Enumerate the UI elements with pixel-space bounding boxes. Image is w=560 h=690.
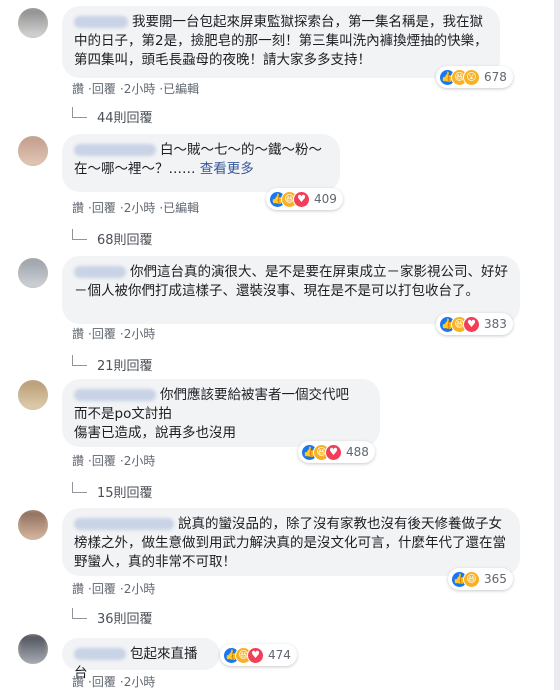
- reply-link[interactable]: 回覆: [92, 582, 116, 596]
- reaction-count: 474: [268, 648, 291, 662]
- timestamp[interactable]: 2小時: [124, 82, 156, 96]
- avatar[interactable]: [18, 510, 48, 540]
- comment-text: 你們這台真的演很大、是不是要在屏東成立－家影視公司、好好－個人被你們打成這樣子、…: [74, 264, 508, 299]
- reply-arrow-icon: [72, 482, 87, 493]
- replies-count[interactable]: 36則回覆: [97, 608, 153, 627]
- reaction-summary[interactable]: 👍 😆 ♥ 383: [436, 313, 513, 335]
- right-edge-divider: [554, 0, 560, 690]
- reply-link[interactable]: 回覆: [92, 201, 116, 215]
- timestamp[interactable]: 2小時: [124, 327, 156, 341]
- comment-actions: 讚 ·回覆 ·2小時: [72, 327, 156, 341]
- reaction-count: 409: [314, 192, 337, 206]
- timestamp[interactable]: 2小時: [124, 454, 156, 468]
- comment-text: 白～賊～七～的～鐵～粉～在～哪～裡～？…… 查看更多: [74, 142, 322, 177]
- edited-label: 已編輯: [163, 82, 200, 96]
- replies-count[interactable]: 21則回覆: [97, 355, 153, 374]
- comment-actions: 讚 ·回覆 ·2小時: [72, 675, 156, 689]
- like-link[interactable]: 讚: [72, 201, 84, 215]
- reaction-count: 365: [484, 572, 507, 586]
- comment-actions: 讚 ·回覆 ·2小時: [72, 582, 156, 596]
- blurred-author-name[interactable]: [74, 16, 128, 28]
- reaction-count: 488: [346, 445, 369, 459]
- like-link[interactable]: 讚: [72, 327, 84, 341]
- reaction-summary[interactable]: 👍 😆 ♥ 488: [298, 441, 375, 463]
- reply-arrow-icon: [72, 107, 87, 118]
- comment-bubble: 說真的蠻沒品的，除了沒有家教也沒有後天修養做子女榜樣之外，做生意做到用武力解決真…: [62, 508, 520, 576]
- comment-actions: 讚 ·回覆 ·2小時 ·已編輯: [72, 201, 200, 215]
- view-replies[interactable]: 21則回覆: [72, 355, 153, 374]
- like-link[interactable]: 讚: [72, 454, 84, 468]
- reaction-summary[interactable]: 👍 😆 365: [448, 568, 513, 590]
- avatar[interactable]: [18, 8, 48, 38]
- reaction-summary[interactable]: 👍 😆 ♥ 409: [266, 188, 343, 210]
- see-more-link[interactable]: 查看更多: [200, 161, 254, 177]
- reply-arrow-icon: [72, 229, 87, 240]
- avatar[interactable]: [18, 634, 48, 664]
- reaction-summary[interactable]: 👍 😆 😮 678: [436, 66, 513, 88]
- blurred-author-name[interactable]: [74, 648, 126, 660]
- edited-label: 已編輯: [163, 201, 200, 215]
- replies-count[interactable]: 68則回覆: [97, 229, 153, 248]
- view-replies[interactable]: 68則回覆: [72, 229, 153, 248]
- avatar[interactable]: [18, 258, 48, 288]
- like-link[interactable]: 讚: [72, 82, 84, 96]
- love-icon: ♥: [247, 646, 264, 664]
- love-icon: ♥: [325, 443, 342, 461]
- wow-icon: 😮: [463, 68, 480, 86]
- comment-actions: 讚 ·回覆 ·2小時: [72, 454, 156, 468]
- reaction-count: 383: [484, 317, 507, 331]
- reply-link[interactable]: 回覆: [92, 82, 116, 96]
- blurred-author-name[interactable]: [74, 389, 156, 401]
- reply-link[interactable]: 回覆: [92, 675, 116, 689]
- avatar[interactable]: [18, 380, 48, 410]
- reaction-count: 678: [484, 70, 507, 84]
- reply-arrow-icon: [72, 608, 87, 619]
- like-link[interactable]: 讚: [72, 675, 84, 689]
- reply-link[interactable]: 回覆: [92, 327, 116, 341]
- love-icon: ♥: [463, 315, 480, 333]
- reply-arrow-icon: [72, 355, 87, 366]
- blurred-author-name[interactable]: [74, 144, 156, 156]
- blurred-author-name[interactable]: [74, 518, 174, 530]
- like-link[interactable]: 讚: [72, 582, 84, 596]
- avatar[interactable]: [18, 136, 48, 166]
- comment-bubble: 白～賊～七～的～鐵～粉～在～哪～裡～？…… 查看更多: [62, 134, 340, 192]
- timestamp[interactable]: 2小時: [124, 201, 156, 215]
- comment-bubble: 包起來直播台: [62, 638, 220, 681]
- timestamp[interactable]: 2小時: [124, 582, 156, 596]
- timestamp[interactable]: 2小時: [124, 675, 156, 689]
- comment-text: 我要開一台包起來屏東監獄探索台，第一集名稱是，我在獄中的日子，第2是，撿肥皂的那…: [74, 14, 488, 68]
- view-replies[interactable]: 44則回覆: [72, 107, 153, 126]
- love-icon: ♥: [293, 190, 310, 208]
- reply-link[interactable]: 回覆: [92, 454, 116, 468]
- comment-bubble: 你們應該要給被害者一個交代吧 而不是po文討拍 傷害已造成，說再多也沒用: [62, 379, 380, 447]
- comment-text: 說真的蠻沒品的，除了沒有家教也沒有後天修養做子女榜樣之外，做生意做到用武力解決真…: [74, 516, 506, 570]
- view-replies[interactable]: 36則回覆: [72, 608, 153, 627]
- comment-bubble: 我要開一台包起來屏東監獄探索台，第一集名稱是，我在獄中的日子，第2是，撿肥皂的那…: [62, 6, 500, 78]
- blurred-author-name[interactable]: [74, 266, 126, 278]
- view-replies[interactable]: 15則回覆: [72, 482, 153, 501]
- comment-text: 你們應該要給被害者一個交代吧 而不是po文討拍 傷害已造成，說再多也沒用: [74, 387, 349, 441]
- comment-actions: 讚 ·回覆 ·2小時 ·已編輯: [72, 82, 200, 96]
- replies-count[interactable]: 44則回覆: [97, 107, 153, 126]
- haha-icon: 😆: [463, 570, 480, 588]
- replies-count[interactable]: 15則回覆: [97, 482, 153, 501]
- reaction-summary[interactable]: 👍 😆 ♥ 474: [220, 644, 297, 666]
